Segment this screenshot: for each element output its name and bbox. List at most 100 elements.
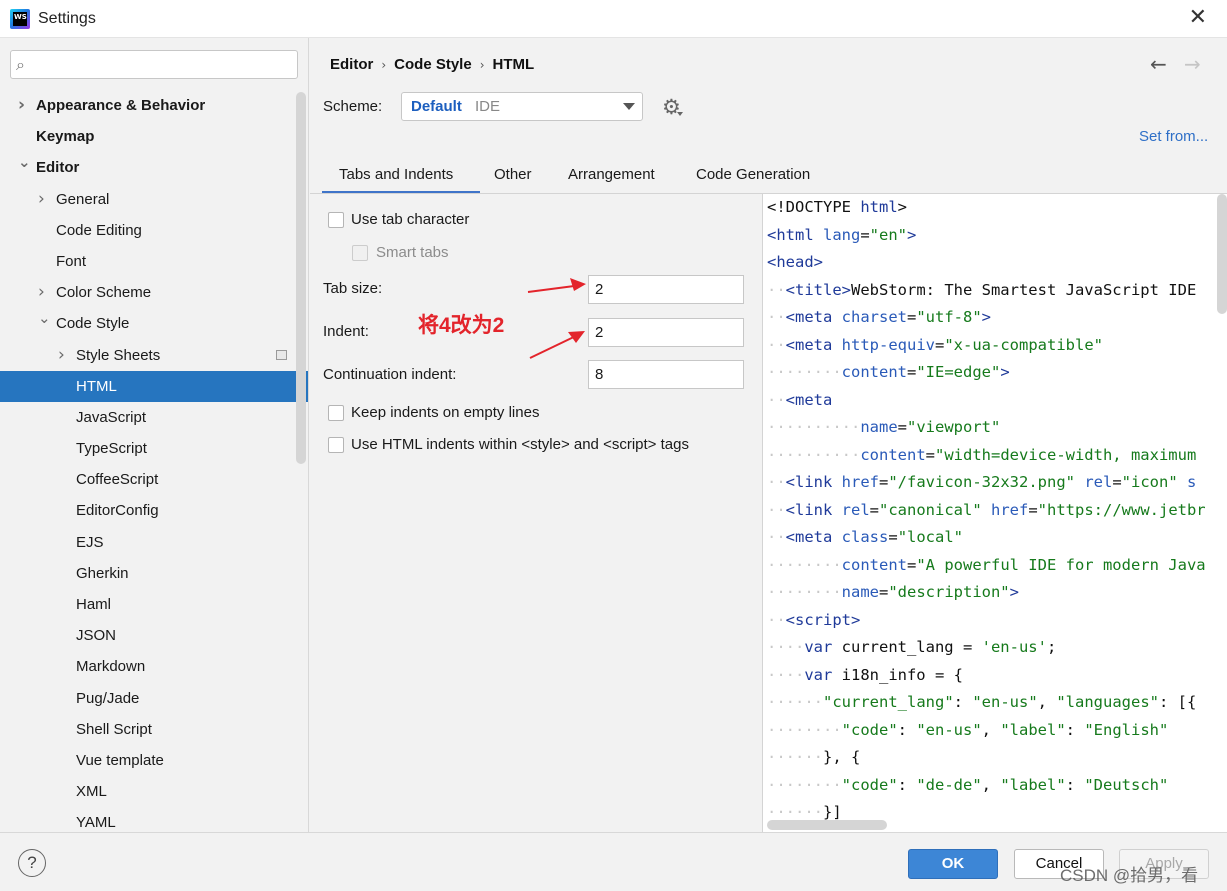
sidebar-item-keymap[interactable]: Keymap — [0, 121, 308, 152]
code-token: : — [1065, 720, 1085, 739]
code-token: <meta — [785, 335, 842, 354]
chevron-right-icon[interactable]: › — [18, 90, 25, 121]
sidebar-item-editorconfig[interactable]: EditorConfig — [0, 495, 308, 526]
code-token: "A powerful IDE for modern Java — [916, 555, 1206, 574]
code-token: ·········· — [767, 418, 861, 436]
sidebar-item-shell-script[interactable]: Shell Script — [0, 714, 308, 745]
code-token: ; — [1046, 638, 1057, 656]
settings-sidebar: ⌕ › Appearance & Behavior Keymap ⌄ Editor › Ge… — [0, 38, 309, 832]
code-token: s — [1186, 473, 1197, 491]
sidebar-item-general[interactable]: › General — [0, 184, 308, 215]
search-icon: ⌕ — [16, 55, 25, 74]
sidebar-item-label: Appearance & Behavior — [36, 97, 206, 114]
sidebar-item-haml[interactable]: Haml — [0, 589, 308, 620]
code-token: "code" — [841, 720, 898, 739]
code-token: <link — [785, 500, 842, 519]
smart-tabs-checkbox[interactable] — [352, 245, 368, 261]
code-token: > — [1000, 363, 1010, 381]
use-tab-character-checkbox[interactable] — [328, 212, 344, 228]
sidebar-item-vue-template[interactable]: Vue template — [0, 745, 308, 776]
sidebar-item-yaml[interactable]: YAML — [0, 807, 308, 832]
chevron-down-icon[interactable]: ⌄ — [18, 147, 31, 178]
code-token: ·· — [767, 280, 786, 299]
code-token: : — [1065, 775, 1085, 794]
sidebar-item-html[interactable]: HTML — [0, 370, 308, 402]
keep-indents-empty-checkbox[interactable] — [328, 405, 344, 421]
code-token: ·· — [767, 335, 786, 354]
chevron-right-icon[interactable]: › — [58, 340, 65, 371]
code-token: ·· — [767, 610, 786, 629]
sidebar-item-label: Markdown — [76, 658, 146, 676]
code-token: > — [1009, 583, 1019, 601]
sidebar-item-label: Pug/Jade — [76, 689, 140, 707]
tab-arrangement[interactable]: Arrangement — [568, 163, 655, 194]
code-token: : — [897, 775, 917, 794]
breadcrumb-separator-icon: › — [381, 58, 387, 72]
code-token: charset — [841, 308, 907, 326]
forward-arrow-icon[interactable]: → — [1184, 52, 1201, 76]
code-token: : [{ — [1158, 693, 1197, 711]
code-token: = — [1112, 473, 1122, 491]
use-html-indents-checkbox[interactable] — [328, 437, 344, 453]
sidebar-item-label: Style Sheets — [76, 346, 161, 364]
code-token: = — [888, 528, 898, 546]
search-box[interactable]: ⌕ — [10, 50, 298, 79]
chevron-down-icon[interactable]: ⌄ — [38, 303, 51, 334]
preview-horizontal-scrollbar[interactable] — [767, 820, 887, 830]
search-input[interactable] — [37, 54, 292, 75]
set-from-link[interactable]: Set from... — [1139, 128, 1208, 145]
sidebar-item-label: General — [56, 190, 110, 208]
sidebar-item-style-sheets[interactable]: › Style Sheets — [0, 340, 308, 371]
sidebar-item-xml[interactable]: XML — [0, 776, 308, 807]
sidebar-item-code-editing[interactable]: Code Editing — [0, 215, 308, 246]
sidebar-item-typescript[interactable]: TypeScript — [0, 433, 308, 464]
code-token: current_lang = — [841, 638, 982, 656]
code-token: , — [981, 720, 1001, 739]
code-line: ····var current_lang = 'en-us'; — [767, 634, 1206, 662]
sidebar-item-editor[interactable]: ⌄ Editor — [0, 152, 308, 183]
tab-size-field[interactable]: 2 — [588, 275, 744, 304]
code-token: <head> — [767, 253, 823, 271]
sidebar-item-markdown[interactable]: Markdown — [0, 651, 308, 682]
sidebar-item-code-style[interactable]: ⌄ Code Style — [0, 308, 308, 339]
sidebar-scrollbar[interactable] — [296, 92, 306, 464]
sidebar-item-label: Haml — [76, 596, 112, 613]
code-token: = — [1028, 500, 1038, 519]
breadcrumb-editor: Editor — [330, 56, 374, 73]
preview-vertical-scrollbar[interactable] — [1217, 194, 1227, 314]
code-line: ··········name="viewport" — [767, 414, 1206, 442]
tab-tabs-and-indents[interactable]: Tabs and Indents — [322, 163, 480, 194]
code-token: href — [991, 500, 1029, 519]
code-token: "description" — [888, 583, 1010, 601]
settings-tree: › Appearance & Behavior Keymap ⌄ Editor › Gene… — [0, 90, 308, 832]
sidebar-item-coffeescript[interactable]: CoffeeScript — [0, 464, 308, 495]
code-token: ········ — [767, 555, 842, 574]
chevron-right-icon[interactable]: › — [38, 184, 45, 215]
sidebar-item-pug-jade[interactable]: Pug/Jade — [0, 683, 308, 714]
close-icon[interactable]: ✕ — [1189, 6, 1207, 30]
sidebar-item-ejs[interactable]: EJS — [0, 527, 308, 558]
back-arrow-icon[interactable]: ← — [1150, 52, 1167, 76]
code-token: = — [878, 583, 889, 601]
code-token: , — [1037, 693, 1057, 711]
code-token: "en" — [869, 225, 907, 244]
sidebar-item-appearance-behavior[interactable]: › Appearance & Behavior — [0, 90, 308, 121]
document-icon — [276, 349, 287, 360]
tab-other[interactable]: Other — [494, 163, 532, 194]
code-preview[interactable]: <!DOCTYPE html> <html lang="en"> <head> ··<… — [762, 194, 1227, 832]
scheme-dropdown[interactable]: Default IDE — [401, 92, 643, 121]
sidebar-item-label: Code Style — [56, 315, 130, 333]
sidebar-item-font[interactable]: Font — [0, 246, 308, 277]
code-token: <meta — [785, 390, 833, 409]
sidebar-item-json[interactable]: JSON — [0, 620, 308, 651]
help-icon[interactable]: ? — [18, 849, 46, 877]
sidebar-item-javascript[interactable]: JavaScript — [0, 402, 308, 433]
tab-code-generation[interactable]: Code Generation — [696, 163, 810, 194]
continuation-indent-field[interactable]: 8 — [588, 360, 744, 389]
code-line: ····var i18n_info = { — [767, 662, 1206, 690]
continuation-indent-label: Continuation indent: — [323, 366, 457, 383]
sidebar-item-gherkin[interactable]: Gherkin — [0, 558, 308, 589]
ok-button[interactable]: OK — [908, 849, 998, 879]
indent-field[interactable]: 2 — [588, 318, 744, 347]
sidebar-item-label: JavaScript — [76, 408, 147, 426]
